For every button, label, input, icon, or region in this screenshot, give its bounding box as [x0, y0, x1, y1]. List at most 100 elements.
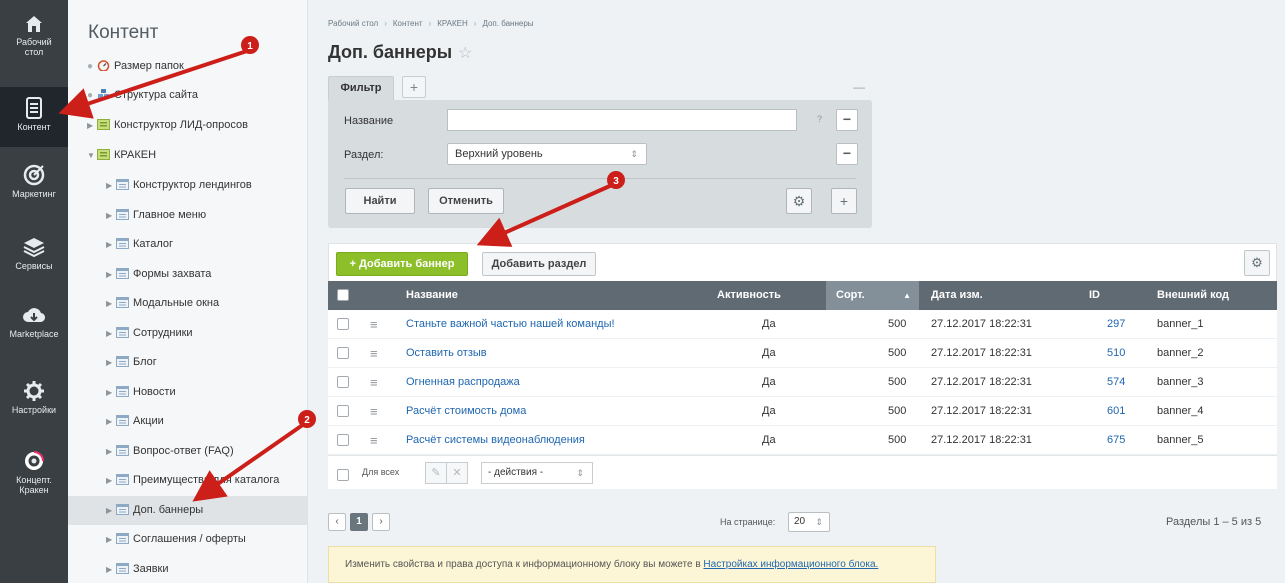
filter-collapse-icon[interactable]: — — [853, 80, 865, 94]
row-menu-icon[interactable]: ≡ — [370, 397, 378, 426]
filter-add-tab-button[interactable]: + — [402, 76, 426, 98]
for-all-checkbox[interactable] — [337, 467, 349, 481]
expand-arrow-icon[interactable]: ▶ — [106, 319, 116, 348]
row-checkbox[interactable] — [337, 310, 349, 339]
row-menu-icon[interactable]: ≡ — [370, 339, 378, 368]
expand-arrow-icon[interactable]: ▶ — [106, 407, 116, 436]
breadcrumb-content[interactable]: Контент — [393, 19, 423, 28]
row-id-link[interactable]: 297 — [1107, 310, 1125, 339]
row-name-link[interactable]: Расчёт стоимость дома — [406, 397, 526, 426]
table-row[interactable]: ≡ Расчёт системы видеонаблюдения Да 500 27.1… — [328, 426, 1277, 455]
table-row[interactable]: ≡ Оставить отзыв Да 500 27.12.2017 18:22:31 5… — [328, 339, 1277, 368]
select-all-checkbox[interactable] — [337, 281, 349, 310]
tree-item-lead-quiz[interactable]: ▶ Конструктор ЛИД-опросов — [68, 111, 308, 140]
per-page-select[interactable]: 20 ⇕ — [788, 512, 830, 532]
list-settings-button[interactable]: ⚙ — [1244, 250, 1270, 276]
row-checkbox[interactable] — [337, 426, 349, 455]
expand-arrow-icon[interactable]: ▶ — [106, 555, 116, 583]
breadcrumb-kraken[interactable]: КРАКЕН — [437, 19, 468, 28]
tree-item[interactable]: ▶ Главное меню — [68, 201, 308, 230]
expand-arrow-icon[interactable]: ▶ — [106, 466, 116, 495]
tree-item[interactable]: ▶ Заявки — [68, 555, 308, 583]
column-sort[interactable]: Сорт. ▲ — [826, 281, 919, 310]
filter-tab[interactable]: Фильтр — [328, 76, 394, 100]
cancel-button[interactable]: Отменить — [428, 188, 504, 214]
table-row[interactable]: ≡ Огненная распродажа Да 500 27.12.2017 18:2… — [328, 368, 1277, 397]
prev-page-button[interactable]: ‹ — [328, 513, 346, 531]
tree-item[interactable]: ▶ Модальные окна — [68, 289, 308, 318]
rail-item-marketplace[interactable]: Marketplace — [0, 306, 68, 356]
group-actions-select[interactable]: - действия - ⇕ — [481, 462, 593, 484]
filter-settings-button[interactable]: ⚙ — [786, 188, 812, 214]
rail-item-services[interactable]: Сервисы — [0, 236, 68, 286]
expand-arrow-icon[interactable]: ▶ — [106, 171, 116, 200]
rail-item-marketing[interactable]: Маркетинг — [0, 164, 68, 214]
row-id-link[interactable]: 510 — [1107, 339, 1125, 368]
filter-add-field-button[interactable]: + — [831, 188, 857, 214]
filter-remove-section-button[interactable]: − — [836, 143, 858, 165]
row-menu-icon[interactable]: ≡ — [370, 426, 378, 455]
tree-item-site-structure[interactable]: ● Структура сайта — [68, 81, 308, 110]
row-name-link[interactable]: Станьте важной частью нашей команды! — [406, 310, 615, 339]
breadcrumb-current[interactable]: Доп. баннеры — [482, 19, 533, 28]
page-current[interactable]: 1 — [350, 513, 368, 531]
column-active[interactable]: Активность — [717, 281, 781, 310]
expand-arrow-icon[interactable]: ▶ — [87, 111, 97, 140]
row-id-link[interactable]: 601 — [1107, 397, 1125, 426]
row-name-link[interactable]: Оставить отзыв — [406, 339, 487, 368]
expand-arrow-icon[interactable]: ▶ — [106, 496, 116, 525]
row-checkbox[interactable] — [337, 397, 349, 426]
tree-item[interactable]: ▶ Соглашения / оферты — [68, 525, 308, 554]
expand-arrow-icon[interactable]: ▶ — [106, 201, 116, 230]
filter-help-icon[interactable]: ? — [817, 114, 822, 124]
add-section-button[interactable]: Добавить раздел — [482, 252, 596, 276]
tree-item[interactable]: ▶ Формы захвата — [68, 260, 308, 289]
rail-item-settings[interactable]: Настройки — [0, 380, 68, 430]
tree-item[interactable]: ▶ Вопрос-ответ (FAQ) — [68, 437, 308, 466]
tree-item[interactable]: ▶ Сотрудники — [68, 319, 308, 348]
tree-item-folder-size[interactable]: ● Размер папок — [68, 52, 308, 81]
expand-arrow-icon[interactable]: ▶ — [106, 260, 116, 289]
row-name-link[interactable]: Расчёт системы видеонаблюдения — [406, 426, 585, 455]
rail-item-content[interactable]: Контент — [0, 87, 68, 147]
tree-item[interactable]: ▶ Конструктор лендингов — [68, 171, 308, 200]
delete-x-icon[interactable]: ✕ — [446, 462, 468, 484]
favorite-star-icon[interactable]: ☆ — [458, 45, 472, 62]
row-name-link[interactable]: Огненная распродажа — [406, 368, 520, 397]
filter-name-input[interactable] — [447, 109, 797, 131]
row-id-link[interactable]: 675 — [1107, 426, 1125, 455]
row-checkbox[interactable] — [337, 368, 349, 397]
tree-item[interactable]: ▶ Новости — [68, 378, 308, 407]
add-banner-button[interactable]: + Добавить баннер — [336, 252, 468, 276]
breadcrumb-desktop[interactable]: Рабочий стол — [328, 19, 378, 28]
row-menu-icon[interactable]: ≡ — [370, 310, 378, 339]
iblock-settings-link[interactable]: Настройках информационного блока. — [703, 559, 878, 570]
column-name[interactable]: Название — [406, 281, 458, 310]
table-row[interactable]: ≡ Расчёт стоимость дома Да 500 27.12.2017 18… — [328, 397, 1277, 426]
column-date[interactable]: Дата изм. — [931, 281, 983, 310]
collapse-arrow-icon[interactable]: ▼ — [87, 141, 97, 170]
tree-item-kraken[interactable]: ▼ КРАКЕН — [68, 141, 308, 170]
column-id[interactable]: ID — [1089, 281, 1100, 310]
find-button[interactable]: Найти — [345, 188, 415, 214]
expand-arrow-icon[interactable]: ▶ — [106, 348, 116, 377]
edit-pencil-icon[interactable]: ✎ — [425, 462, 447, 484]
filter-remove-name-button[interactable]: − — [836, 109, 858, 131]
row-checkbox[interactable] — [337, 339, 349, 368]
expand-arrow-icon[interactable]: ▶ — [106, 289, 116, 318]
row-id-link[interactable]: 574 — [1107, 368, 1125, 397]
tree-item[interactable]: ▶ Доп. баннеры — [68, 495, 308, 525]
row-menu-icon[interactable]: ≡ — [370, 368, 378, 397]
expand-arrow-icon[interactable]: ▶ — [106, 525, 116, 554]
filter-section-select[interactable]: Верхний уровень ⇕ — [447, 143, 647, 165]
tree-item[interactable]: ▶ Каталог — [68, 230, 308, 259]
next-page-button[interactable]: › — [372, 513, 390, 531]
table-row[interactable]: ≡ Станьте важной частью нашей команды! Да 5… — [328, 310, 1277, 339]
column-external-code[interactable]: Внешний код — [1157, 281, 1229, 310]
rail-item-kraken[interactable]: Концепт. Кракен — [0, 450, 68, 510]
tree-item[interactable]: ▶ Блог — [68, 348, 308, 377]
expand-arrow-icon[interactable]: ▶ — [106, 378, 116, 407]
tree-item[interactable]: ▶ Преимущества для каталога — [68, 466, 308, 495]
expand-arrow-icon[interactable]: ▶ — [106, 230, 116, 259]
rail-item-desktop[interactable]: Рабочий стол — [0, 14, 68, 70]
